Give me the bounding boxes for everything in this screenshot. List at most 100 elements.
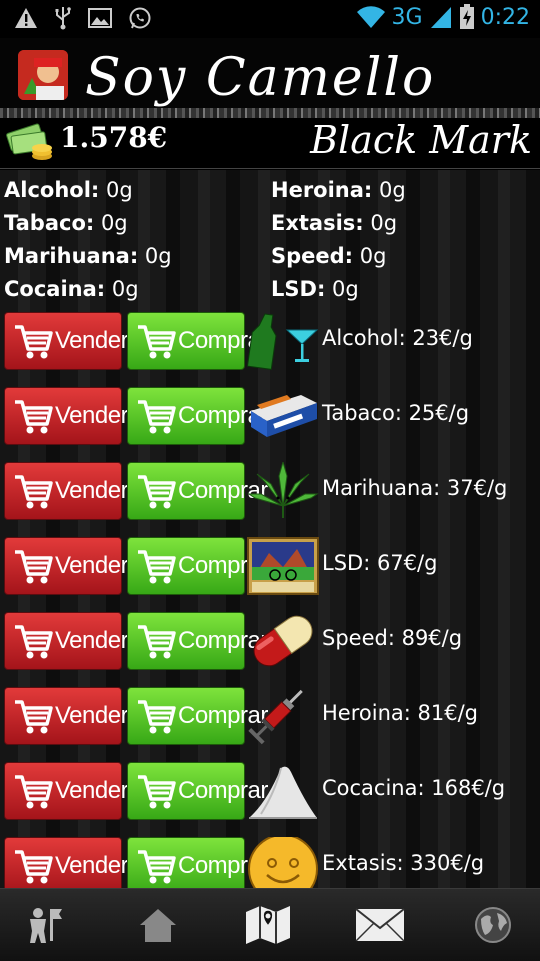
network-type: 3G (391, 4, 423, 30)
product-row-extasis: Vender Comprar Extasis: 330€/g (0, 837, 540, 888)
sell-button[interactable]: Vender (4, 612, 129, 670)
cart-icon (138, 775, 176, 809)
inventory-amount: 0g (94, 211, 128, 235)
sell-button[interactable]: Vender (4, 312, 129, 370)
sell-button[interactable]: Vender (4, 837, 129, 888)
sell-label: Vender (55, 702, 129, 729)
sell-label: Vender (55, 777, 129, 804)
nav-mail[interactable] (350, 901, 410, 949)
cart-icon (15, 325, 53, 359)
inventory-item: Marihuana: 0g (4, 244, 172, 268)
battery-icon (459, 4, 474, 29)
price-label: Heroina: 81€/g (322, 701, 478, 725)
nav-character[interactable] (14, 901, 74, 949)
cart-icon (138, 850, 176, 884)
sell-button[interactable]: Vender (4, 762, 129, 820)
price-label: Alcohol: 23€/g (322, 326, 473, 350)
buy-button[interactable]: Comprar (127, 837, 268, 888)
syringe-icon (248, 689, 303, 745)
inventory-amount: 0g (138, 244, 172, 268)
price-label: Speed: 89€/g (322, 626, 463, 650)
cart-icon (15, 850, 53, 884)
price-label: Tabaco: 25€/g (322, 401, 470, 425)
buy-button[interactable]: Comprar (127, 387, 268, 445)
inventory-label: Alcohol: (4, 178, 100, 202)
cart-icon (138, 625, 176, 659)
sell-label: Vender (55, 627, 129, 654)
sell-label: Vender (55, 402, 129, 429)
cart-icon (15, 475, 53, 509)
market-panel: Alcohol: 0g Heroina: 0g Tabaco: 0g Extas… (0, 170, 540, 888)
inventory-label: LSD: (271, 277, 326, 301)
nav-home[interactable] (128, 901, 188, 949)
inventory-label: Speed: (271, 244, 354, 268)
sell-label: Vender (55, 552, 129, 579)
sell-button[interactable]: Vender (4, 387, 129, 445)
product-row-tabaco: Vender Comprar Tabaco: 25€/g (0, 387, 540, 449)
home-icon (140, 909, 176, 942)
cart-icon (138, 700, 176, 734)
cart-icon (15, 550, 53, 584)
app-logo (18, 50, 68, 100)
inventory-item: Alcohol: 0g (4, 178, 133, 202)
inventory-item: Extasis: 0g (271, 211, 397, 235)
sell-button[interactable]: Vender (4, 687, 129, 745)
market-label: Black Mark (310, 118, 532, 162)
price-label: Marihuana: 37€/g (322, 476, 508, 500)
sell-button[interactable]: Vender (4, 462, 129, 520)
inventory-label: Cocaina: (4, 277, 106, 301)
sell-label: Vender (55, 477, 129, 504)
inventory-amount: 0g (105, 277, 139, 301)
cart-icon (138, 325, 176, 359)
cannabis-leaf-icon (247, 462, 319, 518)
wifi-icon (356, 6, 385, 29)
cart-icon (15, 700, 53, 734)
cigarette-pack-icon (251, 395, 317, 437)
sell-label: Vender (55, 327, 129, 354)
warning-icon (15, 8, 37, 28)
cart-icon (15, 400, 53, 434)
buy-button[interactable]: Comprar (127, 312, 268, 370)
money-icon (6, 123, 52, 160)
inventory-item: Cocaina: 0g (4, 277, 139, 301)
inventory-amount: 0g (325, 277, 359, 301)
cart-icon (138, 400, 176, 434)
sell-button[interactable]: Vender (4, 537, 129, 595)
inventory-amount: 0g (353, 244, 387, 268)
signal-icon (430, 7, 451, 28)
inventory-amount: 0g (99, 178, 133, 202)
price-label: Cocacina: 168€/g (322, 776, 506, 800)
map-icon (246, 906, 290, 944)
lsd-stamp-icon (247, 537, 319, 595)
nav-world[interactable] (463, 901, 523, 949)
usb-icon (55, 7, 71, 30)
buy-button[interactable]: Comprar (127, 762, 268, 820)
product-row-alcohol: Vender Comprar Alcohol: 23€/g (0, 312, 540, 374)
cart-icon (15, 625, 53, 659)
buy-button[interactable]: Comprar (127, 612, 268, 670)
bottle-icon (247, 313, 319, 370)
buy-button[interactable]: Comprar (127, 687, 268, 745)
mail-icon (355, 908, 405, 942)
inventory-amount: 0g (363, 211, 398, 235)
inventory-item: Speed: 0g (271, 244, 386, 268)
cart-icon (138, 550, 176, 584)
nav-map[interactable] (238, 901, 298, 949)
whatsapp-icon (129, 7, 151, 29)
money-amount: 1.578€ (60, 121, 168, 154)
price-label: LSD: 67€/g (322, 551, 438, 575)
buy-button[interactable]: Comprar (127, 462, 268, 520)
product-row-cocaina: Vender Comprar Cocacina: 168€/g (0, 762, 540, 824)
product-row-marihuana: Vender Comprar Marihuana: 37€/g (0, 462, 540, 524)
inventory-label: Marihuana: (4, 244, 139, 268)
globe-icon (475, 907, 511, 943)
sell-label: Vender (55, 852, 129, 879)
powder-pile-icon (249, 766, 317, 819)
price-label: Extasis: 330€/g (322, 851, 485, 875)
clock: 0:22 (480, 4, 530, 30)
header-divider (0, 108, 540, 118)
buy-button[interactable]: Comprar (127, 537, 268, 595)
inventory-label: Heroina: (271, 178, 373, 202)
inventory-amount: 0g (372, 178, 406, 202)
smiley-pill-icon (248, 837, 318, 888)
